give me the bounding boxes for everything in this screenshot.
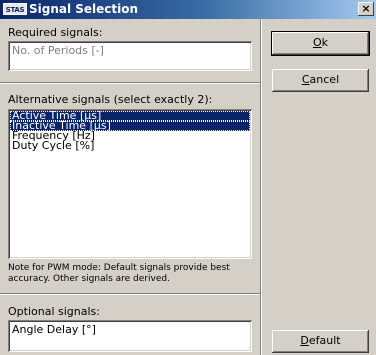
required-signals-label: Required signals:: [8, 26, 103, 39]
title-bar[interactable]: STAS Signal Selection ×: [0, 0, 376, 19]
default-mnemonic: D: [300, 334, 309, 347]
cancel-mnemonic: C: [301, 73, 310, 86]
pwm-note-line: Note for PWM mode: Default signals provi…: [8, 263, 230, 273]
cancel-label: ancel: [309, 73, 340, 86]
optional-signals-field[interactable]: Angle Delay [°]: [8, 320, 252, 352]
app-logo-icon: STAS: [3, 3, 27, 15]
signal-selection-dialog: STAS Signal Selection × Required signals…: [0, 0, 376, 355]
default-label: efault: [308, 334, 341, 347]
required-signals-field: No. of Periods [-]: [8, 41, 252, 71]
window-title: Signal Selection: [29, 2, 139, 16]
ok-button[interactable]: Ok: [271, 31, 370, 56]
close-button[interactable]: ×: [358, 2, 374, 16]
optional-signals-label: Optional signals:: [8, 305, 100, 318]
vertical-divider: [260, 19, 262, 355]
ok-mnemonic: O: [312, 36, 322, 49]
ok-label: k: [321, 36, 329, 49]
list-item[interactable]: Duty Cycle [%]: [10, 140, 250, 151]
separator: [0, 82, 260, 84]
cancel-button[interactable]: Cancel: [272, 69, 369, 92]
pwm-note-line: accuracy. Other signals are derived.: [8, 274, 170, 284]
pwm-note: Note for PWM mode: Default signals provi…: [8, 263, 256, 285]
alternative-signals-list[interactable]: Active Time [µs] Inactive Time [µs] Freq…: [8, 109, 252, 259]
separator: [0, 293, 260, 295]
default-button[interactable]: Default: [272, 330, 369, 353]
alternative-signals-label: Alternative signals (select exactly 2):: [8, 93, 213, 106]
